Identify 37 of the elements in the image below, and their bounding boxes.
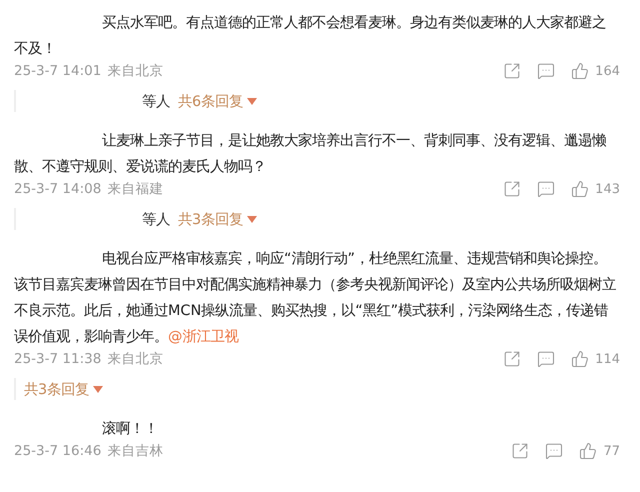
comment-icon[interactable] — [537, 180, 556, 198]
comment-icon[interactable] — [545, 442, 564, 460]
like-icon[interactable] — [579, 442, 598, 460]
comment-time: 25-3-7 11:38 — [14, 351, 102, 367]
share-icon[interactable] — [503, 180, 522, 198]
view-replies-link[interactable]: 共3条回复 — [24, 380, 104, 398]
share-icon[interactable] — [503, 350, 522, 368]
view-replies-link[interactable]: 共3条回复 — [178, 210, 258, 228]
comment-text: 让麦琳上亲子节目，是让她教大家培养出言行不一、背刺同事、没有逻辑、邋遢懒散、不遵守规则、爱说谎的麦氏人物吗？ — [14, 132, 607, 177]
comment-location: 来自北京 — [107, 62, 164, 80]
comment-location: 来自吉林 — [107, 442, 164, 460]
comment-time: 25-3-7 14:01 — [14, 63, 102, 79]
comment-text: 电视台应严格审核嘉宾，响应“清朗行动”，杜绝黑红流量、违规营销和舆论操控。该节目嘉宾麦琳曾因在节目中对配偶实施精神暴力（参考央视新闻评论）及室内公共场所吸烟树立不良示范。此后，她通过MCN操纵流量、购买热搜，以“黑红”模式获利，污染网络生态，传递错误价值观，影响青少年。@浙江卫视 — [14, 250, 617, 347]
reply-users-text: 等人 — [142, 210, 170, 228]
comment-time: 25-3-7 16:46 — [14, 443, 102, 459]
like-count: 77 — [603, 444, 620, 458]
comment-text: 滚啊！！ — [101, 420, 159, 439]
caret-icon — [247, 98, 258, 104]
view-replies-link[interactable]: 共6条回复 — [178, 92, 258, 110]
mention-link[interactable]: @浙江卫视 — [168, 329, 238, 345]
like-count: 143 — [595, 182, 620, 196]
share-icon[interactable] — [503, 62, 522, 80]
like-icon[interactable] — [571, 62, 590, 80]
comment-time: 25-3-7 14:08 — [14, 181, 102, 197]
like-count: 164 — [595, 64, 620, 78]
comment-location: 来自北京 — [107, 350, 164, 368]
comment-icon[interactable] — [537, 62, 556, 80]
caret-icon — [93, 386, 104, 392]
comment-location: 来自福建 — [107, 180, 164, 198]
comment-text: 买点水军吧。有点道德的正常人都不会想看麦琳。身边有类似麦琳的人大家都避之不及！ — [14, 14, 607, 59]
like-icon[interactable] — [571, 180, 590, 198]
reply-users-text: 等人 — [142, 92, 170, 110]
share-icon[interactable] — [511, 442, 530, 460]
like-count: 114 — [595, 352, 620, 366]
caret-icon — [247, 216, 258, 222]
comment-icon[interactable] — [537, 350, 556, 368]
like-icon[interactable] — [571, 350, 590, 368]
